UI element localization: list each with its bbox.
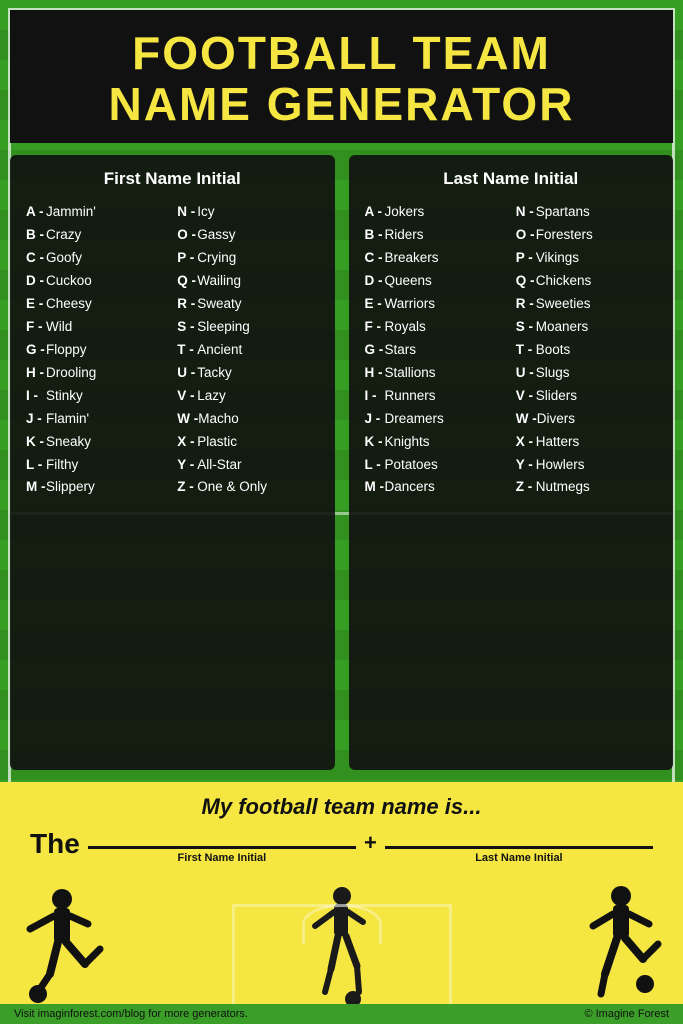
first-name-underline xyxy=(88,846,356,849)
list-item: C - Breakers xyxy=(365,247,506,270)
footer: Visit imaginforest.com/blog for more gen… xyxy=(0,1004,683,1024)
list-item: R - Sweeties xyxy=(516,293,657,316)
list-item: F - Royals xyxy=(365,316,506,339)
list-item: Q - Wailing xyxy=(177,270,318,293)
list-item: P - Crying xyxy=(177,247,318,270)
team-name-row: The First Name Initial + Last Name Initi… xyxy=(20,828,663,864)
list-item: P - Vikings xyxy=(516,247,657,270)
list-item: G - Floppy xyxy=(26,339,167,362)
list-item: O - Foresters xyxy=(516,224,657,247)
field-arc xyxy=(302,904,382,944)
list-item: Y - All-Star xyxy=(177,454,318,477)
silhouettes-area xyxy=(0,864,683,1004)
list-item: X - Hatters xyxy=(516,431,657,454)
first-name-initial-label: First Name Initial xyxy=(178,852,267,864)
list-item: V - Sliders xyxy=(516,385,657,408)
first-name-table: First Name Initial A - Jammin' B - Crazy… xyxy=(10,155,335,770)
list-item: F - Wild xyxy=(26,316,167,339)
list-item: D - Queens xyxy=(365,270,506,293)
list-item: L - Filthy xyxy=(26,454,167,477)
list-item: U - Slugs xyxy=(516,362,657,385)
list-item: J - Dreamers xyxy=(365,408,506,431)
list-item: W - Macho xyxy=(177,408,318,431)
first-name-grid: A - Jammin' B - Crazy C - Goofy D - Cuck… xyxy=(26,201,319,499)
list-item: Y - Howlers xyxy=(516,454,657,477)
list-item: C - Goofy xyxy=(26,247,167,270)
footer-left: Visit imaginforest.com/blog for more gen… xyxy=(14,1008,248,1020)
list-item: U - Tacky xyxy=(177,362,318,385)
list-item: X - Plastic xyxy=(177,431,318,454)
player-silhouette-left xyxy=(10,874,120,1004)
first-name-left-col: A - Jammin' B - Crazy C - Goofy D - Cuck… xyxy=(26,201,167,499)
first-name-right-col: N - Icy O - Gassy P - Crying Q - Wailing… xyxy=(177,201,318,499)
list-item: W - Divers xyxy=(516,408,657,431)
list-item: N - Icy xyxy=(177,201,318,224)
list-item: K - Sneaky xyxy=(26,431,167,454)
list-item: L - Potatoes xyxy=(365,454,506,477)
list-item: Z - Nutmegs xyxy=(516,476,657,499)
last-name-grid: A - Jokers B - Riders C - Breakers D - Q… xyxy=(365,201,658,499)
list-item: O - Gassy xyxy=(177,224,318,247)
list-item: N - Spartans xyxy=(516,201,657,224)
page-wrapper: FOOTBALL TEAM NAME GENERATOR First Name … xyxy=(0,0,683,1024)
last-name-right-col: N - Spartans O - Foresters P - Vikings Q… xyxy=(516,201,657,499)
list-item: E - Warriors xyxy=(365,293,506,316)
last-name-underline xyxy=(385,846,653,849)
plus-label: + xyxy=(356,830,385,864)
list-item: T - Boots xyxy=(516,339,657,362)
list-item: B - Crazy xyxy=(26,224,167,247)
list-item: E - Cheesy xyxy=(26,293,167,316)
list-item: T - Ancient xyxy=(177,339,318,362)
list-item: Z - One & Only xyxy=(177,476,318,499)
footer-right: © Imagine Forest xyxy=(584,1008,669,1020)
tables-area: First Name Initial A - Jammin' B - Crazy… xyxy=(0,143,683,782)
header: FOOTBALL TEAM NAME GENERATOR xyxy=(10,10,673,143)
last-name-heading: Last Name Initial xyxy=(365,169,658,189)
list-item: Q - Chickens xyxy=(516,270,657,293)
page-title: FOOTBALL TEAM NAME GENERATOR xyxy=(30,28,653,129)
list-item: V - Lazy xyxy=(177,385,318,408)
list-item: M - Dancers xyxy=(365,476,506,499)
team-name-subtitle: My football team name is... xyxy=(20,794,663,820)
content: FOOTBALL TEAM NAME GENERATOR First Name … xyxy=(0,0,683,1024)
first-name-underline-group: First Name Initial xyxy=(88,846,356,864)
the-label: The xyxy=(30,828,80,864)
list-item: M - Slippery xyxy=(26,476,167,499)
list-item: G - Stars xyxy=(365,339,506,362)
list-item: J - Flamin' xyxy=(26,408,167,431)
list-item: B - Riders xyxy=(365,224,506,247)
last-name-initial-label: Last Name Initial xyxy=(475,852,562,864)
list-item: H - Stallions xyxy=(365,362,506,385)
last-name-underline-group: Last Name Initial xyxy=(385,846,653,864)
list-item: S - Moaners xyxy=(516,316,657,339)
last-name-table: Last Name Initial A - Jokers B - Riders … xyxy=(349,155,674,770)
list-item: H - Drooling xyxy=(26,362,167,385)
player-silhouette-right xyxy=(563,874,673,1004)
first-name-heading: First Name Initial xyxy=(26,169,319,189)
list-item: R - Sweaty xyxy=(177,293,318,316)
list-item: K - Knights xyxy=(365,431,506,454)
list-item: A - Jammin' xyxy=(26,201,167,224)
list-item: D - Cuckoo xyxy=(26,270,167,293)
list-item: I - Stinky xyxy=(26,385,167,408)
last-name-left-col: A - Jokers B - Riders C - Breakers D - Q… xyxy=(365,201,506,499)
list-item: A - Jokers xyxy=(365,201,506,224)
bottom-section: My football team name is... The First Na… xyxy=(0,782,683,864)
list-item: S - Sleeping xyxy=(177,316,318,339)
list-item: I - Runners xyxy=(365,385,506,408)
